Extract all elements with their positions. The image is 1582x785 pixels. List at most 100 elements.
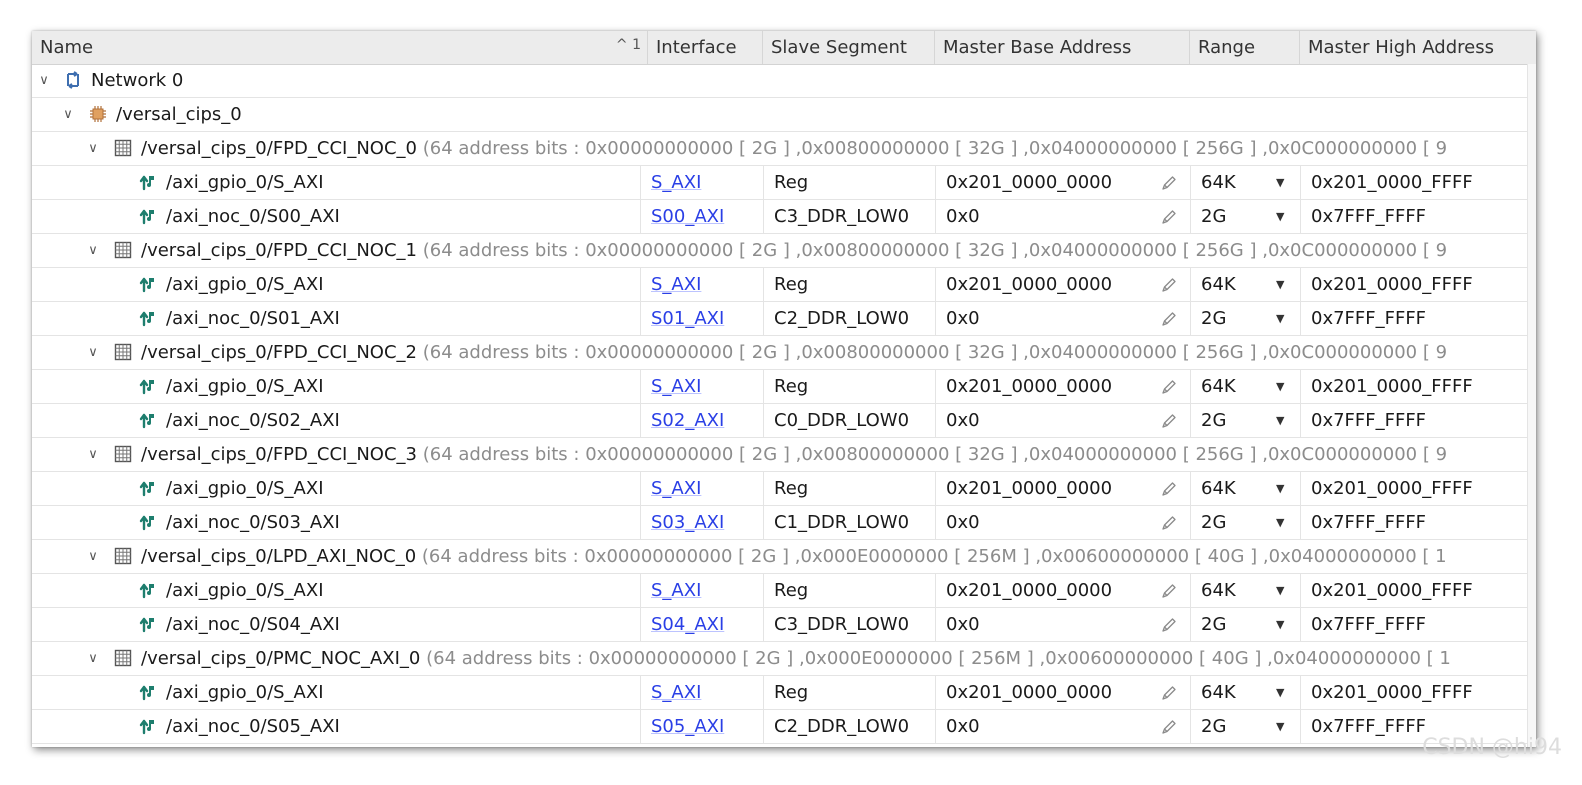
tree-row-network[interactable]: ∨ Network 0 bbox=[32, 64, 1536, 98]
master-base-address-value[interactable]: 0x201_0000_0000 bbox=[946, 376, 1112, 397]
master-base-address-cell[interactable]: 0x201_0000_0000 bbox=[935, 166, 1190, 199]
tree-row-address-space[interactable]: ∨ /versal_cips_0/FPD_CCI_NOC_3 (64 addres… bbox=[32, 438, 1536, 472]
master-base-address-value[interactable]: 0x0 bbox=[946, 614, 980, 635]
tree-row-slave-interface[interactable]: /axi_noc_0/S02_AXI S02_AXI C0_DDR_LOW0 0x0 2… bbox=[32, 404, 1536, 438]
tree-row-slave-interface[interactable]: /axi_noc_0/S05_AXI S05_AXI C2_DDR_LOW0 0x0 2… bbox=[32, 710, 1536, 744]
master-base-address-value[interactable]: 0x201_0000_0000 bbox=[946, 172, 1112, 193]
caret-down-icon[interactable]: ▼ bbox=[1276, 200, 1284, 233]
pencil-icon[interactable] bbox=[1160, 174, 1178, 192]
scrollbar[interactable] bbox=[1527, 64, 1536, 747]
range-value[interactable]: 64K bbox=[1201, 274, 1236, 295]
master-base-address-cell[interactable]: 0x0 bbox=[935, 404, 1190, 437]
tree-row-address-space[interactable]: ∨ /versal_cips_0/PMC_NOC_AXI_0 (64 addres… bbox=[32, 642, 1536, 676]
master-base-address-value[interactable]: 0x0 bbox=[946, 512, 980, 533]
pencil-icon[interactable] bbox=[1160, 208, 1178, 226]
caret-down-icon[interactable]: ▼ bbox=[1276, 710, 1284, 743]
master-base-address-cell[interactable]: 0x201_0000_0000 bbox=[935, 370, 1190, 403]
tree-row-address-space[interactable]: ∨ /versal_cips_0/FPD_CCI_NOC_2 (64 addres… bbox=[32, 336, 1536, 370]
interface-link[interactable]: S00_AXI bbox=[651, 206, 724, 227]
interface-link[interactable]: S_AXI bbox=[651, 376, 701, 397]
range-value[interactable]: 2G bbox=[1201, 716, 1226, 737]
pencil-icon[interactable] bbox=[1160, 276, 1178, 294]
tree-row-cips[interactable]: ∨ /versal_cips_0 bbox=[32, 98, 1536, 132]
chevron-down-icon[interactable]: ∨ bbox=[36, 64, 52, 97]
pencil-icon[interactable] bbox=[1160, 480, 1178, 498]
column-header-slave-segment[interactable]: Slave Segment bbox=[763, 31, 935, 64]
chevron-down-icon[interactable]: ∨ bbox=[85, 642, 101, 675]
interface-link[interactable]: S03_AXI bbox=[651, 512, 724, 533]
interface-link[interactable]: S05_AXI bbox=[651, 716, 724, 737]
pencil-icon[interactable] bbox=[1160, 684, 1178, 702]
range-value[interactable]: 2G bbox=[1201, 308, 1226, 329]
master-base-address-value[interactable]: 0x0 bbox=[946, 308, 980, 329]
interface-link[interactable]: S_AXI bbox=[651, 580, 701, 601]
pencil-icon[interactable] bbox=[1160, 412, 1178, 430]
column-header-name[interactable]: Name ^ 1 bbox=[32, 31, 648, 64]
chevron-down-icon[interactable]: ∨ bbox=[85, 438, 101, 471]
interface-link[interactable]: S04_AXI bbox=[651, 614, 724, 635]
master-base-address-value[interactable]: 0x201_0000_0000 bbox=[946, 682, 1112, 703]
master-base-address-value[interactable]: 0x0 bbox=[946, 410, 980, 431]
pencil-icon[interactable] bbox=[1160, 616, 1178, 634]
range-value[interactable]: 64K bbox=[1201, 376, 1236, 397]
chevron-down-icon[interactable]: ∨ bbox=[60, 98, 76, 131]
caret-down-icon[interactable]: ▼ bbox=[1276, 472, 1284, 505]
master-base-address-value[interactable]: 0x0 bbox=[946, 716, 980, 737]
tree-row-address-space[interactable]: ∨ /versal_cips_0/FPD_CCI_NOC_0 (64 addres… bbox=[32, 132, 1536, 166]
chevron-down-icon[interactable]: ∨ bbox=[85, 234, 101, 267]
tree-row-slave-interface[interactable]: /axi_noc_0/S03_AXI S03_AXI C1_DDR_LOW0 0x0 2… bbox=[32, 506, 1536, 540]
pencil-icon[interactable] bbox=[1160, 582, 1178, 600]
range-value[interactable]: 64K bbox=[1201, 682, 1236, 703]
pencil-icon[interactable] bbox=[1160, 718, 1178, 736]
tree-row-address-space[interactable]: ∨ /versal_cips_0/LPD_AXI_NOC_0 (64 addres… bbox=[32, 540, 1536, 574]
caret-down-icon[interactable]: ▼ bbox=[1276, 574, 1284, 607]
range-value[interactable]: 64K bbox=[1201, 580, 1236, 601]
tree-row-slave-interface[interactable]: /axi_gpio_0/S_AXI S_AXI Reg 0x201_0000_0000… bbox=[32, 574, 1536, 608]
caret-down-icon[interactable]: ▼ bbox=[1276, 676, 1284, 709]
interface-link[interactable]: S01_AXI bbox=[651, 308, 724, 329]
master-base-address-cell[interactable]: 0x0 bbox=[935, 506, 1190, 539]
caret-down-icon[interactable]: ▼ bbox=[1276, 370, 1284, 403]
column-header-interface[interactable]: Interface bbox=[648, 31, 763, 64]
master-base-address-cell[interactable]: 0x0 bbox=[935, 200, 1190, 233]
master-base-address-value[interactable]: 0x201_0000_0000 bbox=[946, 274, 1112, 295]
range-value[interactable]: 2G bbox=[1201, 512, 1226, 533]
pencil-icon[interactable] bbox=[1160, 310, 1178, 328]
range-value[interactable]: 2G bbox=[1201, 410, 1226, 431]
tree-row-slave-interface[interactable]: /axi_gpio_0/S_AXI S_AXI Reg 0x201_0000_0000… bbox=[32, 166, 1536, 200]
pencil-icon[interactable] bbox=[1160, 378, 1178, 396]
column-header-master-base-address[interactable]: Master Base Address bbox=[935, 31, 1190, 64]
chevron-down-icon[interactable]: ∨ bbox=[85, 132, 101, 165]
interface-link[interactable]: S_AXI bbox=[651, 172, 701, 193]
tree-row-slave-interface[interactable]: /axi_noc_0/S04_AXI S04_AXI C3_DDR_LOW0 0x0 2… bbox=[32, 608, 1536, 642]
master-base-address-value[interactable]: 0x201_0000_0000 bbox=[946, 478, 1112, 499]
range-value[interactable]: 2G bbox=[1201, 206, 1226, 227]
interface-link[interactable]: S02_AXI bbox=[651, 410, 724, 431]
column-header-master-high-address[interactable]: Master High Address bbox=[1300, 31, 1536, 64]
tree-row-address-space[interactable]: ∨ /versal_cips_0/FPD_CCI_NOC_1 (64 addres… bbox=[32, 234, 1536, 268]
caret-down-icon[interactable]: ▼ bbox=[1276, 608, 1284, 641]
chevron-down-icon[interactable]: ∨ bbox=[85, 540, 101, 573]
interface-link[interactable]: S_AXI bbox=[651, 478, 701, 499]
master-base-address-cell[interactable]: 0x0 bbox=[935, 710, 1190, 743]
tree-row-slave-interface[interactable]: /axi_gpio_0/S_AXI S_AXI Reg 0x201_0000_0000… bbox=[32, 472, 1536, 506]
range-value[interactable]: 64K bbox=[1201, 172, 1236, 193]
tree-row-slave-interface[interactable]: /axi_gpio_0/S_AXI S_AXI Reg 0x201_0000_0000… bbox=[32, 268, 1536, 302]
column-header-range[interactable]: Range bbox=[1190, 31, 1300, 64]
pencil-icon[interactable] bbox=[1160, 514, 1178, 532]
range-value[interactable]: 64K bbox=[1201, 478, 1236, 499]
caret-down-icon[interactable]: ▼ bbox=[1276, 268, 1284, 301]
caret-down-icon[interactable]: ▼ bbox=[1276, 166, 1284, 199]
master-base-address-cell[interactable]: 0x201_0000_0000 bbox=[935, 472, 1190, 505]
master-base-address-cell[interactable]: 0x0 bbox=[935, 302, 1190, 335]
tree-row-slave-interface[interactable]: /axi_noc_0/S00_AXI S00_AXI C3_DDR_LOW0 0x0 2… bbox=[32, 200, 1536, 234]
chevron-down-icon[interactable]: ∨ bbox=[85, 336, 101, 369]
master-base-address-cell[interactable]: 0x201_0000_0000 bbox=[935, 574, 1190, 607]
tree-row-slave-interface[interactable]: /axi_gpio_0/S_AXI S_AXI Reg 0x201_0000_0000… bbox=[32, 370, 1536, 404]
tree-row-slave-interface[interactable]: /axi_gpio_0/S_AXI S_AXI Reg 0x201_0000_0000… bbox=[32, 676, 1536, 710]
master-base-address-cell[interactable]: 0x0 bbox=[935, 608, 1190, 641]
tree-row-slave-interface[interactable]: /axi_noc_0/S01_AXI S01_AXI C2_DDR_LOW0 0x0 2… bbox=[32, 302, 1536, 336]
interface-link[interactable]: S_AXI bbox=[651, 682, 701, 703]
master-base-address-cell[interactable]: 0x201_0000_0000 bbox=[935, 268, 1190, 301]
master-base-address-value[interactable]: 0x201_0000_0000 bbox=[946, 580, 1112, 601]
